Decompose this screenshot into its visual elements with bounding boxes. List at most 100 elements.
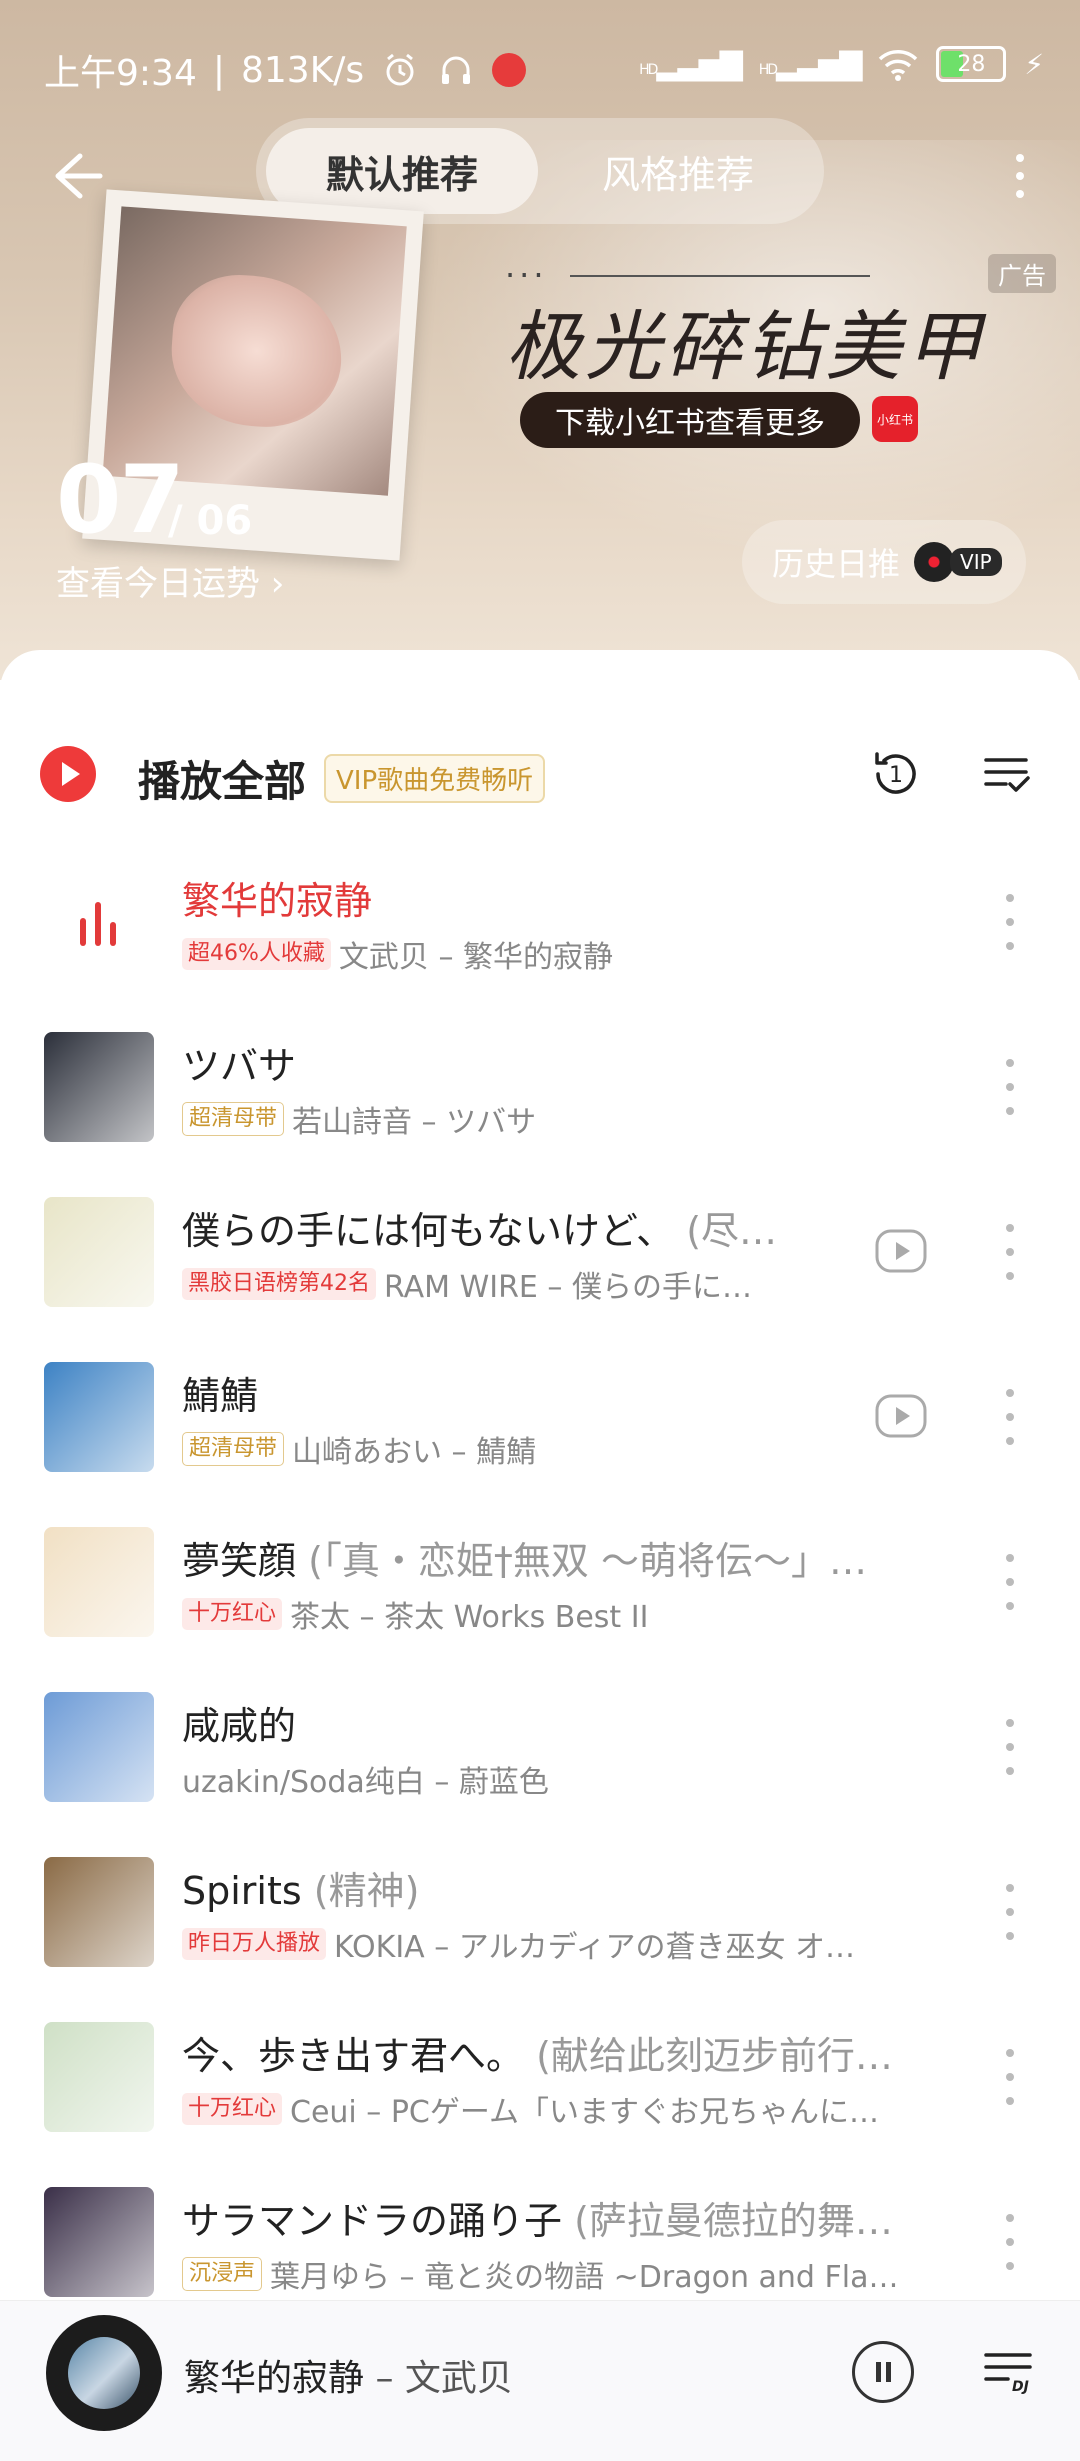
mv-play-icon[interactable] (874, 1224, 928, 1278)
play-all-row: 播放全部 VIP歌曲免费畅听 1 (0, 728, 1080, 818)
song-more-button[interactable] (998, 1884, 1022, 1940)
back-button[interactable] (40, 140, 112, 212)
song-title: Spirits (精神) (182, 1869, 420, 1913)
song-subtitle: (献给此刻迈步前行… (536, 2034, 893, 2078)
playlist-icon[interactable]: DJ (982, 2345, 1034, 2397)
ad-badge: 广告 (988, 254, 1056, 293)
song-tag: 超46%人收藏 (182, 938, 331, 970)
history-label: 历史日推 (772, 545, 901, 583)
song-title: 今、歩き出す君へ。 (献给此刻迈步前行… (182, 2034, 893, 2078)
album-cover (44, 1197, 154, 1307)
date-day: 07 (56, 446, 185, 555)
song-artist-album: uzakin/Soda纯白 – 蔚蓝色 (182, 1765, 549, 1800)
song-meta: 超清母带 若山詩音 – ツバサ (182, 1097, 942, 1141)
song-more-button[interactable] (998, 2049, 1022, 2105)
headphones-icon (436, 50, 476, 90)
album-cover (44, 1527, 154, 1637)
song-row[interactable]: Spirits (精神) 昨日万人播放 KOKIA – アルカディアの蒼き巫女 オ… (0, 1830, 1080, 1995)
song-meta: 超46%人收藏 文武贝 – 繁华的寂静 (182, 932, 942, 976)
history-recommend-button[interactable]: 历史日推 VIP (742, 520, 1026, 604)
song-tag: 黑胶日语榜第42名 (182, 1268, 376, 1300)
now-playing-artist: – 文武贝 (364, 2358, 513, 2399)
ad-divider (570, 275, 870, 277)
netease-music-icon (492, 53, 527, 87)
song-list: 繁华的寂静 超46%人收藏 文武贝 – 繁华的寂静 ツバサ 超清母带 若山詩音 – ツ… (0, 840, 1080, 2325)
song-more-button[interactable] (998, 1389, 1022, 1445)
album-cover (44, 2187, 154, 2297)
song-row[interactable]: 夢笑顔 (「真・恋姫†無双 〜萌将伝〜」… 十万红心 茶太 – 茶太 Works B… (0, 1500, 1080, 1665)
vip-badge: VIP (950, 548, 1002, 576)
album-art (68, 2337, 140, 2409)
now-playing-equalizer-icon (78, 898, 118, 948)
song-subtitle: (精神) (313, 1869, 420, 1913)
song-artist-album: Ceui – PCゲーム「いますぐお兄ちゃんに… (290, 2095, 879, 2130)
song-artist-album: 葉月ゆら – 竜と炎の物語 ~Dragon and Fla… (270, 2260, 899, 2295)
song-meta: uzakin/Soda纯白 – 蔚蓝色 (182, 1757, 942, 1801)
song-subtitle: (萨拉曼德拉的舞… (574, 2199, 893, 2243)
now-playing-disc[interactable] (46, 2315, 162, 2431)
song-more-button[interactable] (998, 1059, 1022, 1115)
song-tag: 十万红心 (182, 2093, 283, 2125)
song-tag: 昨日万人播放 (182, 1928, 327, 1960)
song-meta: 十万红心 Ceui – PCゲーム「いますぐお兄ちゃんに… (182, 2087, 942, 2131)
song-meta: 十万红心 茶太 – 茶太 Works Best II (182, 1592, 942, 1636)
song-tag: 十万红心 (182, 1598, 283, 1630)
song-more-button[interactable] (998, 2214, 1022, 2270)
tab-default-recommend[interactable]: 默认推荐 (266, 128, 538, 214)
single-loop-icon[interactable]: 1 (868, 746, 924, 802)
wifi-icon (878, 44, 918, 84)
alarm-icon (380, 50, 420, 90)
song-row[interactable]: ツバサ 超清母带 若山詩音 – ツバサ (0, 1005, 1080, 1170)
song-artist-album: RAM WIRE – 僕らの手に… (384, 1270, 752, 1305)
song-artist-album: 若山詩音 – ツバサ (292, 1105, 537, 1140)
song-meta: 昨日万人播放 KOKIA – アルカディアの蒼き巫女 オ… (182, 1922, 942, 1966)
song-row[interactable]: 鯖鯖 超清母带 山崎あおい – 鯖鯖 (0, 1335, 1080, 1500)
mini-player[interactable]: 繁华的寂静 – 文武贝 DJ (0, 2300, 1080, 2461)
song-row[interactable]: 繁华的寂静 超46%人收藏 文武贝 – 繁华的寂静 (0, 840, 1080, 1005)
song-title: サラマンドラの踊り子 (萨拉曼德拉的舞… (182, 2199, 893, 2243)
album-cover (44, 1362, 154, 1472)
song-title: ツバサ (182, 1044, 297, 1088)
daily-fortune-link[interactable]: 查看今日运势 › (56, 556, 284, 605)
more-options-button[interactable] (1000, 140, 1040, 212)
song-list-panel: 播放全部 VIP歌曲免费畅听 1 繁华的寂静 超46%人收藏 文武贝 – 繁华的寂… (0, 650, 1080, 2460)
song-title: 繁华的寂静 (182, 879, 373, 923)
signal-icon-2: HD▂▃▅▇ (758, 46, 863, 82)
mv-play-icon[interactable] (874, 1389, 928, 1443)
song-subtitle: (「真・恋姫†無双 〜萌将伝〜」… (308, 1539, 868, 1583)
status-speed: 813K/s (240, 49, 365, 91)
vip-free-badge[interactable]: VIP歌曲免费畅听 (324, 754, 546, 803)
pause-button[interactable] (852, 2341, 914, 2403)
status-time: 上午9:34 (44, 53, 197, 94)
song-row[interactable]: 今、歩き出す君へ。 (献给此刻迈步前行… 十万红心 Ceui – PCゲーム「います… (0, 1995, 1080, 2160)
song-artist-album: KOKIA – アルカディアの蒼き巫女 オ… (334, 1930, 856, 1965)
signal-icon: HD▂▃▅▇ (639, 46, 743, 82)
song-row[interactable]: 僕らの手には何もないけど、 (尽… 黑胶日语榜第42名 RAM WIRE – 僕らの… (0, 1170, 1080, 1335)
album-cover (44, 1692, 154, 1802)
song-row[interactable]: 咸咸的 uzakin/Soda纯白 – 蔚蓝色 (0, 1665, 1080, 1830)
ad-download-button[interactable]: 下载小红书查看更多 (520, 392, 860, 448)
song-tag: 沉浸声 (182, 2257, 263, 2291)
song-title: 鯖鯖 (182, 1374, 259, 1418)
song-subtitle: (尽… (686, 1209, 778, 1253)
song-meta: 黑胶日语榜第42名 RAM WIRE – 僕らの手に… (182, 1262, 942, 1306)
date-month: / 06 (168, 498, 253, 544)
song-more-button[interactable] (998, 1554, 1022, 1610)
play-all-button[interactable]: 播放全部 (138, 748, 306, 809)
song-title: 夢笑顔 (「真・恋姫†無双 〜萌将伝〜」… (182, 1539, 868, 1583)
song-more-button[interactable] (998, 1719, 1022, 1775)
album-cover (44, 2022, 154, 2132)
battery-icon: 28 (936, 46, 1007, 82)
song-tag: 超清母带 (182, 1102, 285, 1136)
multi-select-icon[interactable] (980, 748, 1032, 800)
song-more-button[interactable] (998, 894, 1022, 950)
play-all-icon[interactable] (40, 746, 96, 802)
now-playing-title[interactable]: 繁华的寂静 – 文武贝 (184, 2349, 513, 2401)
album-cover (44, 1857, 154, 1967)
tab-style-recommend[interactable]: 风格推荐 (542, 128, 814, 214)
svg-text:1: 1 (889, 763, 903, 788)
album-cover (44, 1032, 154, 1142)
ad-title[interactable]: 极光碎钻美甲 (505, 285, 985, 395)
song-more-button[interactable] (998, 1224, 1022, 1280)
daily-recommend-header: 上午9:34 | 813K/s HD▂▃▅▇ HD▂▃▅▇ 28 ⚡ 默认推荐 … (0, 0, 1080, 680)
